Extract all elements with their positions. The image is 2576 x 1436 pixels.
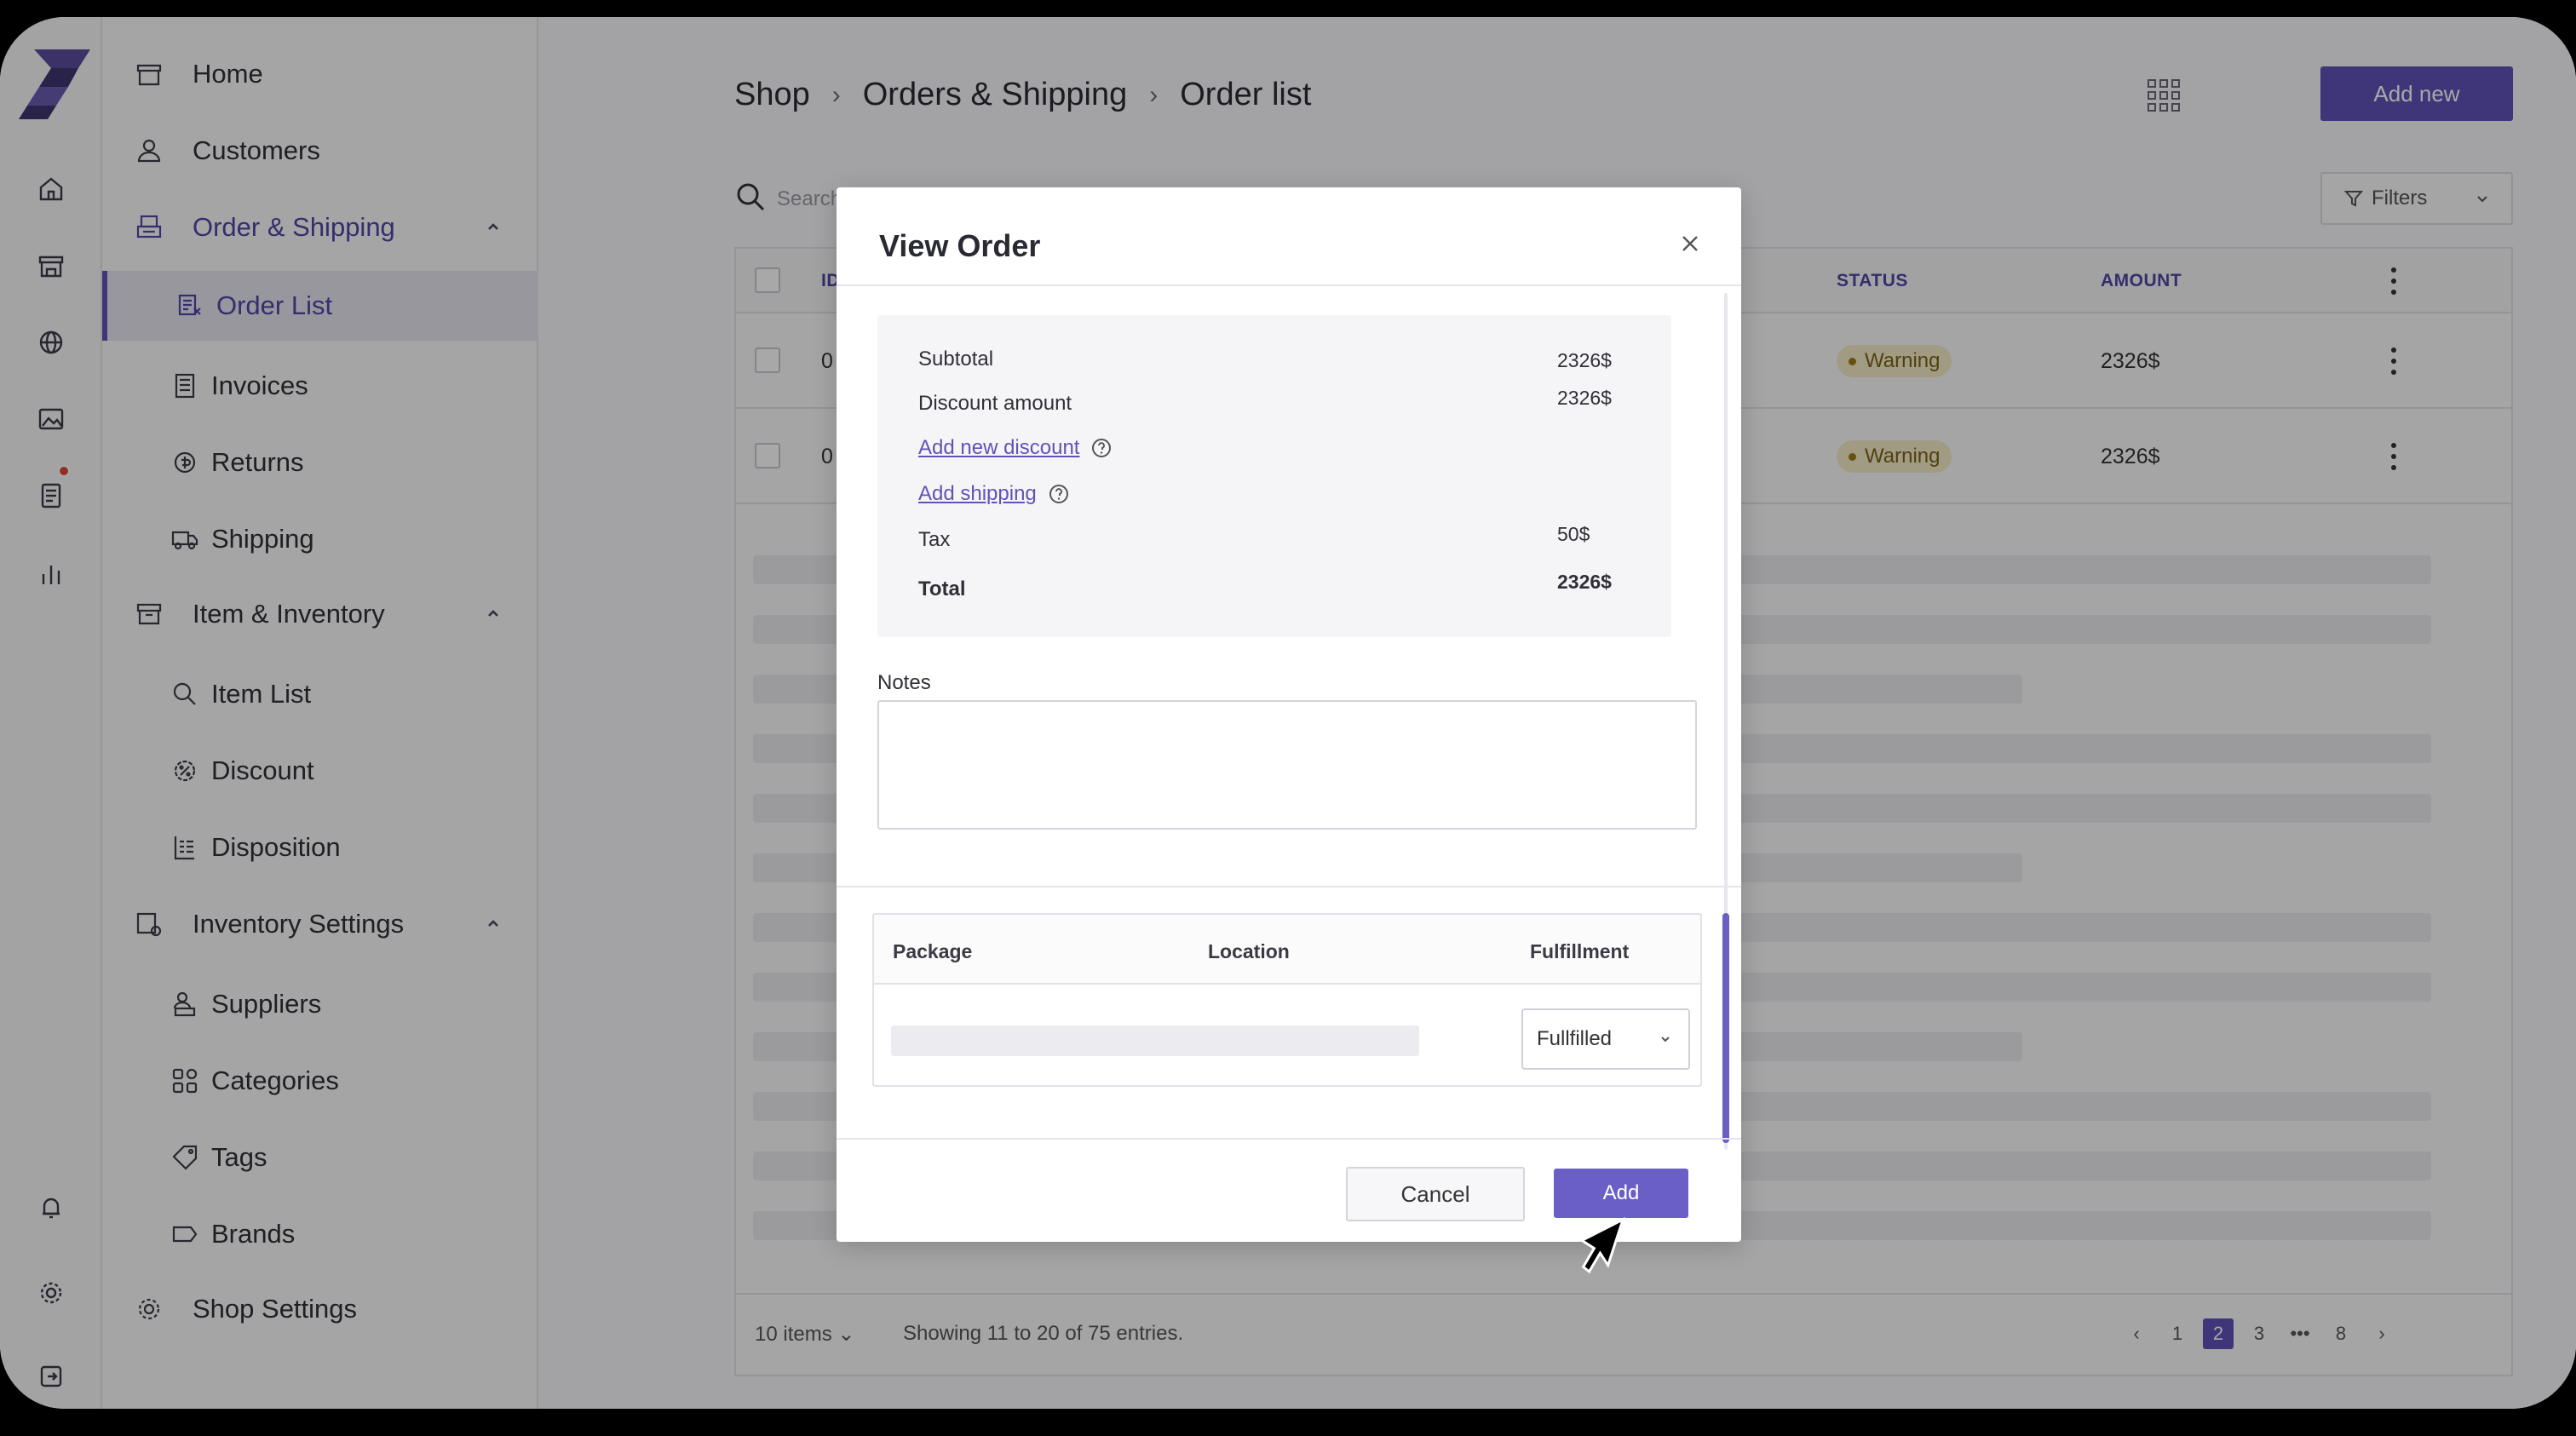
total-label: Total xyxy=(918,577,966,600)
package-table: Package Location Fulfillment Fullfilled xyxy=(872,913,1702,1087)
view-order-modal: View Order Subtotal 2326$ Discount amoun… xyxy=(837,187,1741,1242)
fulfillment-select[interactable]: Fullfilled xyxy=(1521,1008,1690,1070)
discount-value: 2326$ xyxy=(1557,387,1612,409)
column-package: Package xyxy=(893,940,973,962)
loading-placeholder xyxy=(891,1025,1419,1056)
close-icon[interactable] xyxy=(1678,232,1702,256)
help-icon[interactable] xyxy=(1091,438,1112,458)
total-value: 2326$ xyxy=(1557,571,1612,593)
column-fulfillment: Fulfillment xyxy=(1530,940,1630,962)
subtotal-label: Subtotal xyxy=(918,348,994,370)
cancel-button[interactable]: Cancel xyxy=(1346,1167,1525,1221)
divider xyxy=(837,886,1741,887)
tax-value: 50$ xyxy=(1557,523,1590,545)
help-icon[interactable] xyxy=(1049,484,1069,504)
divider xyxy=(837,284,1741,286)
package-table-header: Package Location Fulfillment xyxy=(874,915,1700,985)
mouse-cursor-icon xyxy=(1578,1216,1625,1274)
column-location: Location xyxy=(1208,940,1290,962)
tax-label: Tax xyxy=(918,528,951,551)
add-shipping-link[interactable]: Add shipping xyxy=(918,482,1069,506)
add-new-discount-link[interactable]: Add new discount xyxy=(918,436,1112,460)
notes-field[interactable] xyxy=(877,700,1697,830)
order-summary: Subtotal 2326$ Discount amount 2326$ Add… xyxy=(877,315,1671,637)
app-window: Home Customers Order & Shipping Order Li… xyxy=(0,17,2576,1409)
modal-title: View Order xyxy=(879,228,1041,263)
chevron-down-icon xyxy=(1661,1037,1670,1043)
divider xyxy=(837,1138,1741,1140)
fulfillment-value: Fullfilled xyxy=(1537,1027,1613,1050)
scrollbar-thumb[interactable] xyxy=(1722,913,1729,1143)
discount-label: Discount amount xyxy=(918,392,1072,415)
notes-label: Notes xyxy=(877,671,931,694)
subtotal-value: 2326$ xyxy=(1557,349,1612,371)
